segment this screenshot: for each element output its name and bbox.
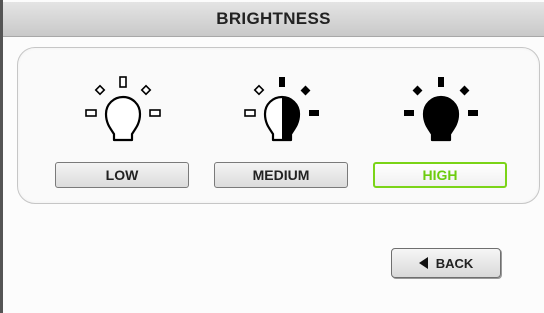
screen-edge — [0, 0, 3, 313]
brightness-option-medium: MEDIUM — [214, 48, 350, 203]
back-button-label: BACK — [435, 255, 474, 271]
page-title: BRIGHTNESS — [216, 9, 331, 28]
brightness-panel: LOW MEDIUM HIGH — [17, 47, 540, 204]
brightness-option-high: HIGH — [373, 48, 509, 203]
bulb-high-icon — [404, 77, 478, 142]
brightness-screen: BRIGHTNESS LOW MEDIUM HIGH BACK — [0, 0, 544, 313]
back-button[interactable]: BACK — [391, 248, 501, 278]
title-bar: BRIGHTNESS — [3, 2, 544, 37]
medium-button[interactable]: MEDIUM — [214, 162, 348, 188]
low-button[interactable]: LOW — [55, 162, 189, 188]
brightness-option-low: LOW — [55, 48, 191, 203]
bulb-low-icon — [85, 76, 161, 142]
left-triangle-icon — [418, 257, 428, 269]
high-button[interactable]: HIGH — [373, 162, 507, 188]
bulb-medium-icon — [244, 77, 319, 142]
